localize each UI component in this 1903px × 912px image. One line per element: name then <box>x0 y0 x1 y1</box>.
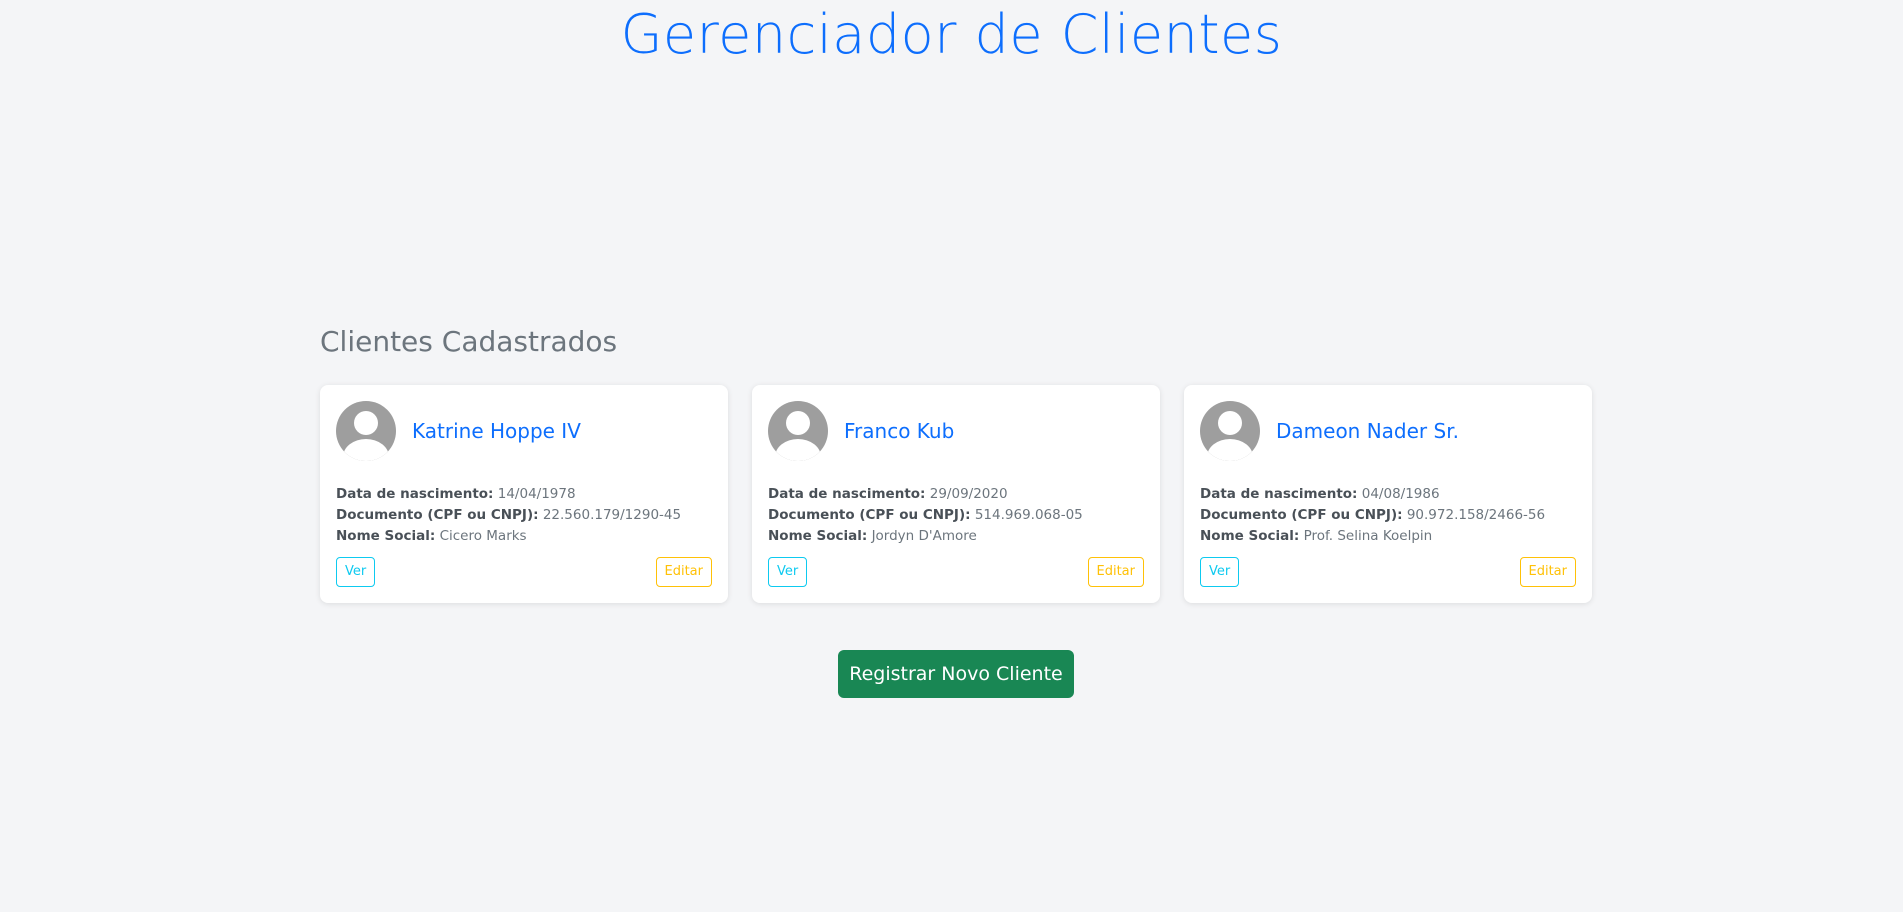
client-card-header: Katrine Hoppe IV <box>336 401 712 461</box>
view-button[interactable]: Ver <box>1200 557 1240 587</box>
client-info: Data de nascimento: 04/08/1986 Documento… <box>1200 484 1576 547</box>
social-name-row: Nome Social: Jordyn D'Amore <box>768 526 1144 547</box>
client-name: Katrine Hoppe IV <box>412 419 581 443</box>
edit-button[interactable]: Editar <box>1087 557 1144 587</box>
avatar-icon <box>336 401 396 461</box>
client-info: Data de nascimento: 14/04/1978 Documento… <box>336 484 712 547</box>
social-name-row: Nome Social: Prof. Selina Koelpin <box>1200 526 1576 547</box>
birth-value: 04/08/1986 <box>1361 486 1440 502</box>
document-label: Documento (CPF ou CNPJ): <box>1200 507 1403 523</box>
social-name-label: Nome Social: <box>1200 528 1300 544</box>
clients-section: Clientes Cadastrados Katrine Hoppe IV Da… <box>320 318 1593 603</box>
avatar-icon <box>768 401 828 461</box>
client-card-header: Dameon Nader Sr. <box>1200 401 1576 461</box>
client-card: Franco Kub Data de nascimento: 29/09/202… <box>752 385 1160 603</box>
avatar-icon <box>1200 401 1260 461</box>
document-value: 90.972.158/2466-56 <box>1406 507 1546 523</box>
client-card: Katrine Hoppe IV Data de nascimento: 14/… <box>320 385 728 603</box>
birth-value: 29/09/2020 <box>929 486 1008 502</box>
document-row: Documento (CPF ou CNPJ): 90.972.158/2466… <box>1200 505 1576 526</box>
social-name-label: Nome Social: <box>336 528 436 544</box>
birth-label: Data de nascimento: <box>1200 486 1358 502</box>
client-card-actions: Ver Editar <box>768 557 1144 587</box>
birth-row: Data de nascimento: 04/08/1986 <box>1200 484 1576 505</box>
social-name-value: Jordyn D'Amore <box>871 528 977 544</box>
document-row: Documento (CPF ou CNPJ): 22.560.179/1290… <box>336 505 712 526</box>
birth-row: Data de nascimento: 29/09/2020 <box>768 484 1144 505</box>
client-info: Data de nascimento: 29/09/2020 Documento… <box>768 484 1144 547</box>
edit-button[interactable]: Editar <box>1519 557 1576 587</box>
client-card-actions: Ver Editar <box>1200 557 1576 587</box>
social-name-label: Nome Social: <box>768 528 868 544</box>
birth-value: 14/04/1978 <box>497 486 576 502</box>
client-name: Dameon Nader Sr. <box>1276 419 1459 443</box>
social-name-value: Cicero Marks <box>439 528 527 544</box>
document-label: Documento (CPF ou CNPJ): <box>768 507 971 523</box>
view-button[interactable]: Ver <box>768 557 808 587</box>
document-value: 22.560.179/1290-45 <box>542 507 682 523</box>
document-row: Documento (CPF ou CNPJ): 514.969.068-05 <box>768 505 1144 526</box>
client-card-header: Franco Kub <box>768 401 1144 461</box>
view-button[interactable]: Ver <box>336 557 376 587</box>
page-title: Gerenciador de Clientes <box>620 3 1283 66</box>
social-name-row: Nome Social: Cicero Marks <box>336 526 712 547</box>
client-name: Franco Kub <box>844 419 955 443</box>
register-client-button[interactable]: Registrar Novo Cliente <box>838 650 1074 698</box>
document-value: 514.969.068-05 <box>974 507 1083 523</box>
birth-label: Data de nascimento: <box>768 486 926 502</box>
edit-button[interactable]: Editar <box>655 557 712 587</box>
social-name-value: Prof. Selina Koelpin <box>1303 528 1433 544</box>
client-card-list: Katrine Hoppe IV Data de nascimento: 14/… <box>320 385 1593 603</box>
birth-row: Data de nascimento: 14/04/1978 <box>336 484 712 505</box>
client-card: Dameon Nader Sr. Data de nascimento: 04/… <box>1184 385 1592 603</box>
birth-label: Data de nascimento: <box>336 486 494 502</box>
section-title: Clientes Cadastrados <box>320 325 618 358</box>
document-label: Documento (CPF ou CNPJ): <box>336 507 539 523</box>
client-card-actions: Ver Editar <box>336 557 712 587</box>
